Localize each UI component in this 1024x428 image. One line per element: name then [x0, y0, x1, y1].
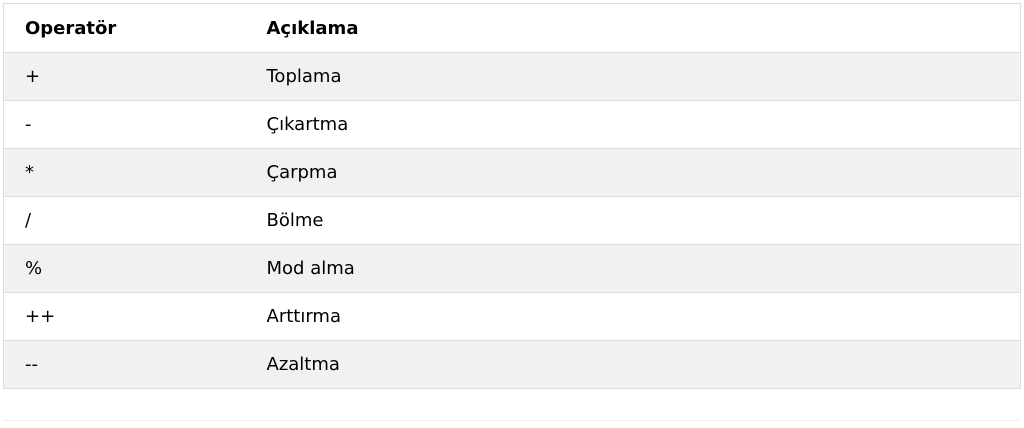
header-description: Açıklama — [266, 17, 359, 39]
description-cell: Arttırma — [266, 306, 341, 327]
table-header: Operatör Açıklama — [3, 3, 1021, 53]
table-row: -- Azaltma — [3, 340, 1021, 389]
page: Operatör Açıklama + Toplama - Çıkartma *… — [0, 0, 1024, 428]
table-body: + Toplama - Çıkartma * Çarpma / Bölme % … — [3, 52, 1021, 389]
description-cell: Çarpma — [266, 162, 338, 183]
operator-table: Operatör Açıklama + Toplama - Çıkartma *… — [3, 3, 1021, 389]
table-row: % Mod alma — [3, 244, 1021, 293]
table-row: - Çıkartma — [3, 100, 1021, 149]
description-cell: Azaltma — [266, 354, 340, 375]
operator-cell: * — [25, 162, 34, 183]
description-cell: Mod alma — [266, 258, 355, 279]
table-row: / Bölme — [3, 196, 1021, 245]
description-cell: Bölme — [266, 210, 324, 231]
operator-cell: % — [25, 258, 43, 279]
description-cell: Çıkartma — [266, 114, 349, 135]
table-row: * Çarpma — [3, 148, 1021, 197]
operator-cell: -- — [25, 354, 38, 375]
operator-cell: ++ — [25, 306, 56, 327]
table-row: + Toplama — [3, 52, 1021, 101]
description-cell: Toplama — [266, 66, 342, 87]
header-row: Operatör Açıklama — [3, 3, 1021, 53]
header-operator: Operatör — [25, 17, 117, 39]
operator-cell: / — [25, 210, 32, 231]
operator-cell: + — [25, 66, 41, 87]
operator-cell: - — [25, 114, 32, 135]
table-row: ++ Arttırma — [3, 292, 1021, 341]
bottom-divider — [3, 420, 1020, 421]
